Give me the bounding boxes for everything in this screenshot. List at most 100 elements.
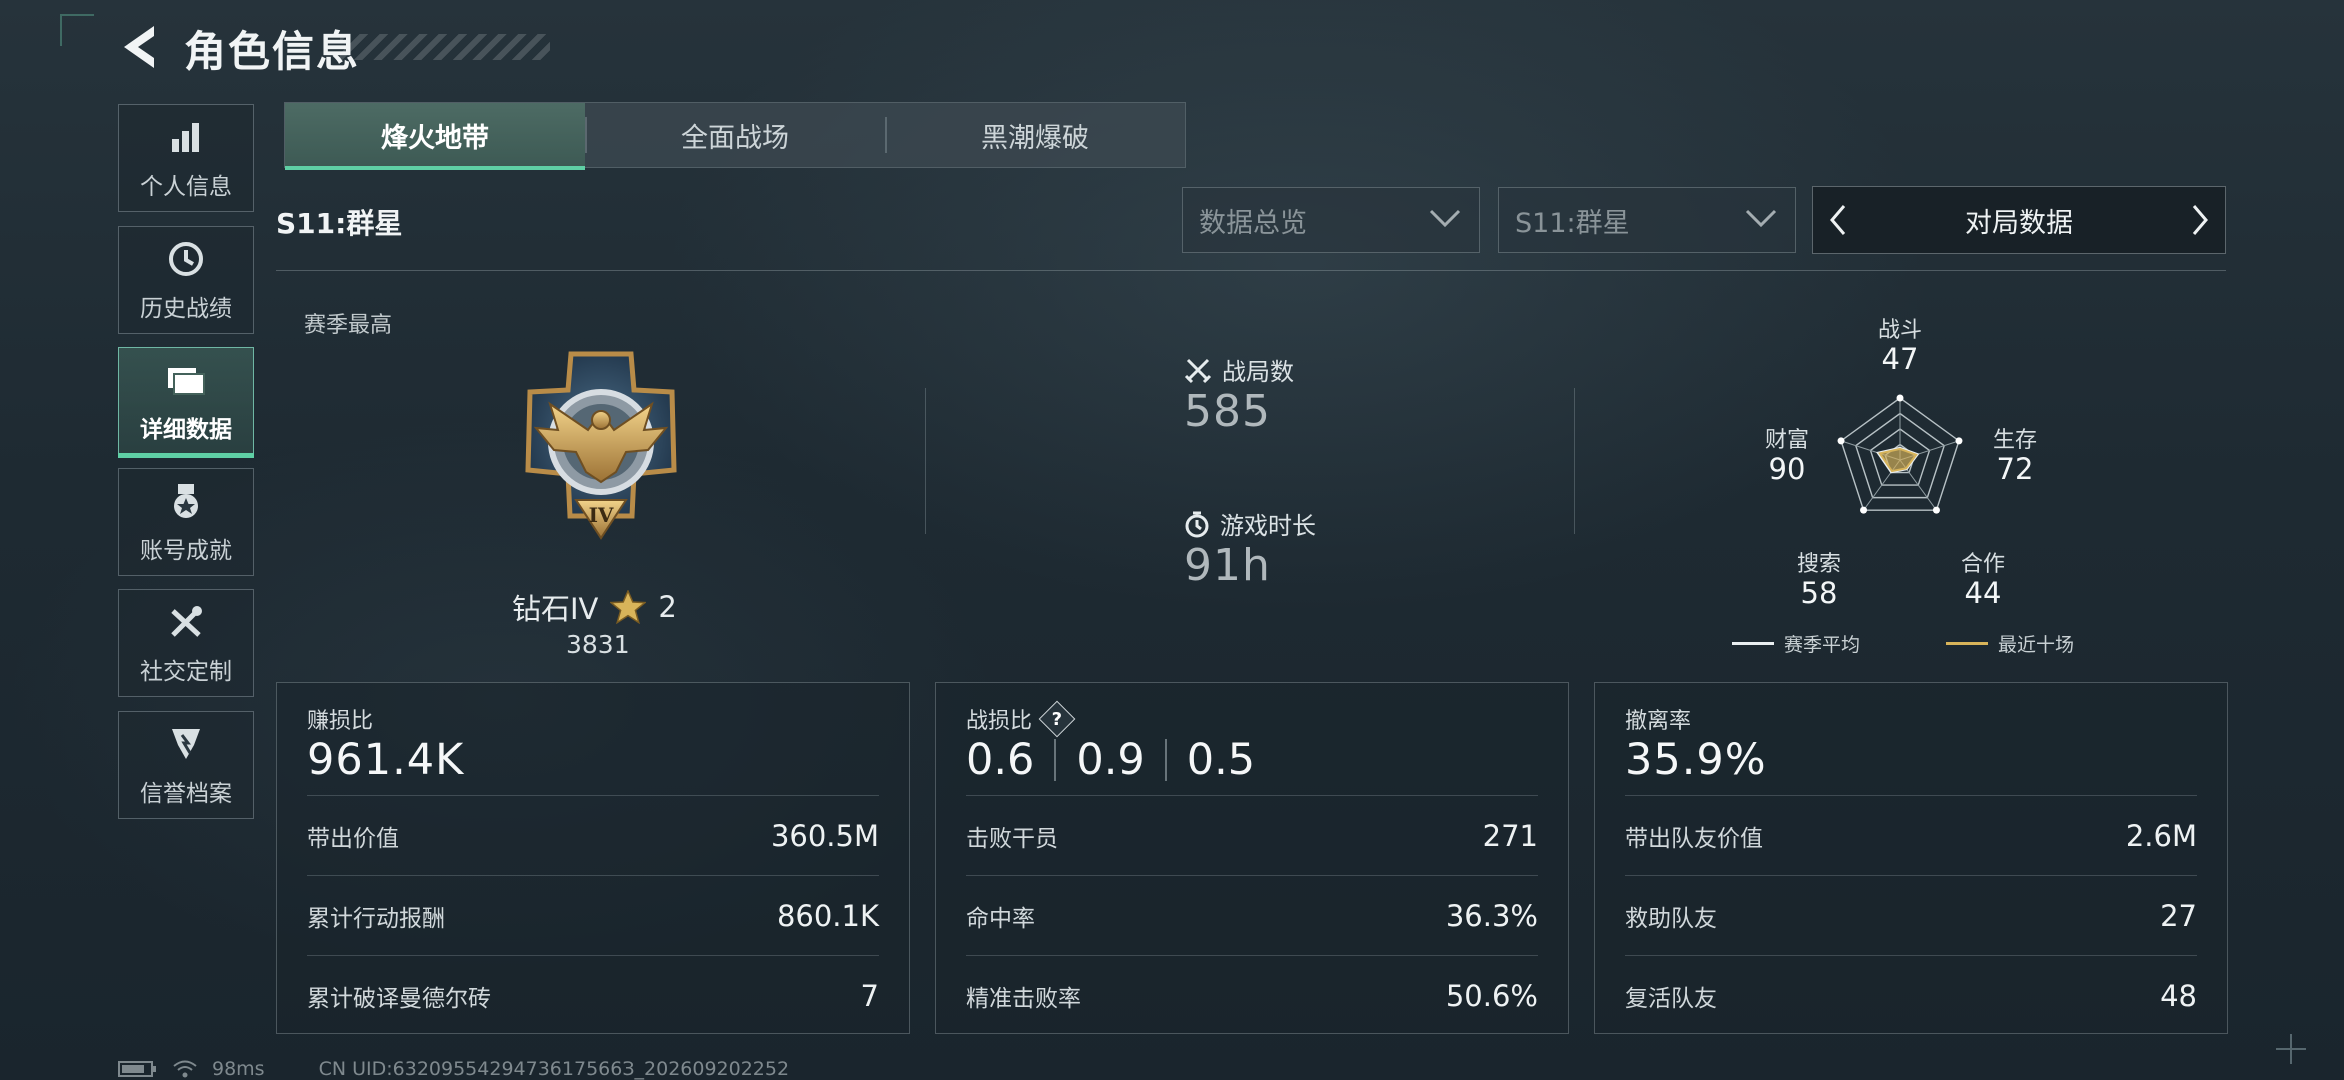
kd-value: 0.5 [1186, 735, 1256, 785]
stat-card-kd: 战损比 ? 0.6 0.9 0.5 击败干员 271 命中率 36.3% 精准击… [935, 682, 1569, 1034]
bar-chart-icon [164, 115, 208, 159]
battery-icon [118, 1061, 156, 1077]
stat-row: 累计行动报酬 860.1K [307, 875, 879, 955]
corner-decoration [60, 14, 94, 46]
card-title: 战损比 [966, 709, 1033, 734]
sidebar-item-label: 详细数据 [140, 417, 232, 443]
playtime-value: 91h [1184, 540, 1271, 591]
title-hatch-decoration [340, 34, 550, 60]
tab-black-tide[interactable]: 黑潮爆破 [885, 103, 1185, 167]
playtime-label: 游戏时长 [1220, 512, 1316, 540]
season-title: S11:群星 [276, 207, 403, 240]
legend-season-average: 赛季平均 [1732, 630, 1860, 657]
card-main-value: 35.9% [1625, 735, 1767, 785]
value-separator [1054, 739, 1057, 781]
stopwatch-icon [1185, 511, 1209, 537]
kd-value: 0.9 [1076, 735, 1145, 785]
stat-row: 累计破译曼德尔砖 7 [307, 955, 879, 1035]
folder-icon [164, 358, 208, 402]
card-title: 撤离率 [1625, 709, 1692, 734]
shield-badge-icon [164, 722, 208, 766]
clock-icon [164, 237, 208, 281]
matches-label: 战局数 [1222, 358, 1294, 386]
status-bar: 98ms CN UID:6320955429473617566З_2026092… [118, 1058, 789, 1080]
season-best-label: 赛季最高 [304, 313, 393, 338]
rank-name: 钻石IV [512, 592, 599, 626]
sidebar-item-social[interactable]: 社交定制 [118, 589, 254, 697]
kd-values: 0.6 0.9 0.5 [966, 735, 1255, 785]
scope-dropdown-value: 数据总览 [1199, 207, 1307, 239]
rank-stars: 2 [658, 590, 677, 624]
sidebar-item-label: 历史战绩 [140, 296, 232, 322]
stats-type-switcher: 对局数据 [1812, 186, 2226, 254]
value-separator [1164, 739, 1167, 781]
sidebar-item-profile[interactable]: 个人信息 [118, 104, 254, 212]
stat-row: 命中率 36.3% [966, 875, 1538, 955]
season-dropdown-value: S11:群星 [1515, 207, 1630, 239]
stat-card-extraction: 撤离率 35.9% 带出队友价值 2.6M 救助队友 27 复活队友 48 [1594, 682, 2228, 1034]
legend-swatch [1946, 642, 1988, 645]
radar-label-wealth: 财富 90 [1764, 428, 1809, 486]
sidebar-item-label: 账号成就 [140, 538, 232, 564]
overview-divider [1574, 388, 1575, 534]
svg-text:IV: IV [589, 503, 614, 527]
radar-label-combat: 战斗 47 [1877, 318, 1922, 376]
corner-plus-decoration [2276, 1034, 2306, 1064]
uid-text: CN UID:6320955429473617566З_202609202252 [318, 1058, 790, 1080]
matches-label-group: 战局数 [1184, 352, 1294, 387]
kd-value: 0.6 [966, 735, 1035, 785]
radar-axis-dot [1896, 394, 1904, 402]
ping-value: 98ms [212, 1058, 265, 1080]
radar-label-search: 搜索 58 [1796, 552, 1841, 610]
wifi-icon [173, 1060, 197, 1078]
star-icon [610, 590, 647, 624]
tab-full-battlefield[interactable]: 全面战场 [585, 103, 885, 167]
card-title: 赚损比 [307, 709, 374, 734]
chevron-down-icon [1745, 209, 1777, 228]
page-title: 角色信息 [184, 27, 361, 76]
rank-info: 钻石IV 2 [512, 586, 677, 628]
medal-icon [164, 479, 208, 523]
radar-axis-dot [1955, 437, 1963, 445]
overview-divider [925, 388, 926, 534]
rank-emblem-icon: IV [506, 350, 696, 546]
legend-swatch [1732, 642, 1774, 645]
chevron-right-icon [2192, 205, 2208, 235]
stat-row: 精准击败率 50.6% [966, 955, 1538, 1035]
radar-label-teamwork: 合作 44 [1960, 552, 2005, 610]
crossed-swords-icon [1184, 358, 1212, 383]
rank-score: 3831 [566, 630, 630, 659]
legend-recent-ten: 最近十场 [1946, 630, 2074, 657]
sidebar-item-history[interactable]: 历史战绩 [118, 226, 254, 334]
back-arrow-icon [124, 26, 154, 68]
chevron-left-icon [1830, 205, 1846, 235]
sidebar-item-label: 信誉档案 [140, 781, 232, 807]
stat-row: 带出队友价值 2.6M [1625, 795, 2197, 875]
mode-tabs: 烽火地带 全面战场 黑潮爆破 [284, 102, 1186, 170]
help-icon[interactable]: ? [1038, 700, 1076, 738]
tab-warzone[interactable]: 烽火地带 [285, 103, 585, 170]
playtime-label-group: 游戏时长 [1184, 506, 1316, 541]
sidebar-item-detail-data[interactable]: 详细数据 [118, 347, 254, 458]
sidebar-item-reputation[interactable]: 信誉档案 [118, 711, 254, 819]
chevron-down-icon [1429, 209, 1461, 228]
radar-label-survival: 生存 72 [1992, 428, 2037, 486]
stat-card-profit-loss: 赚损比 961.4K 带出价值 360.5M 累计行动报酬 860.1K 累计破… [276, 682, 910, 1034]
matches-value: 585 [1184, 386, 1271, 437]
scope-dropdown[interactable]: 数据总览 [1182, 187, 1480, 253]
sidebar-item-achievements[interactable]: 账号成就 [118, 468, 254, 576]
sidebar-item-label: 社交定制 [140, 659, 232, 685]
next-button[interactable] [2175, 187, 2225, 253]
card-main-value: 961.4K [307, 735, 465, 785]
back-button[interactable] [118, 22, 160, 72]
radar-axis-dot [1837, 437, 1845, 445]
radar-axis-dot [1860, 506, 1868, 514]
prev-button[interactable] [1813, 187, 1863, 253]
stats-type-label: 对局数据 [1965, 207, 2073, 239]
header-divider [276, 270, 2226, 271]
stat-row: 救助队友 27 [1625, 875, 2197, 955]
radar-axis-dot [1932, 506, 1940, 514]
tools-icon [164, 600, 208, 644]
stat-row: 带出价值 360.5M [307, 795, 879, 875]
season-dropdown[interactable]: S11:群星 [1498, 187, 1796, 253]
